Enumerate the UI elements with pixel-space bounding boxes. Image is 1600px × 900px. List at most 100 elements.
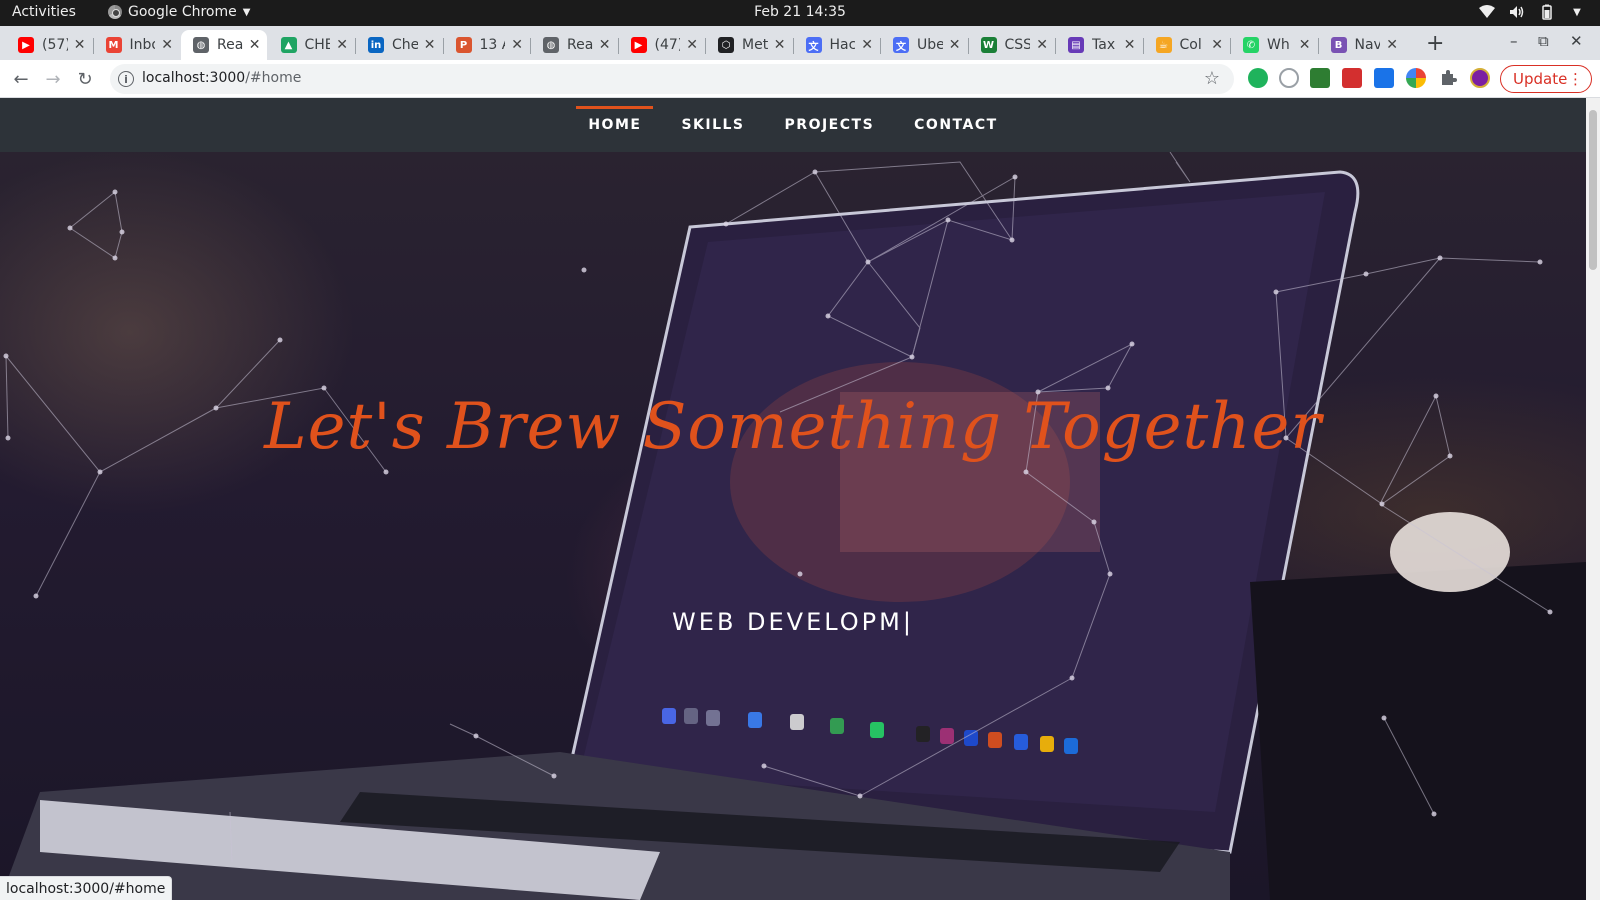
- browser-tab[interactable]: ▲ CHE ✕: [269, 30, 355, 60]
- close-tab-icon[interactable]: ✕: [686, 37, 698, 53]
- minimize-button[interactable]: –: [1510, 32, 1518, 50]
- tab-title: Wh: [1267, 37, 1290, 53]
- volume-icon[interactable]: [1508, 3, 1526, 21]
- browser-tab[interactable]: ◍ React App ✕: [181, 30, 267, 60]
- tab-title: (47): [654, 37, 681, 53]
- linkedin-icon: in: [368, 37, 384, 53]
- app-menu[interactable]: Google Chrome ▼: [108, 4, 250, 20]
- nav-link-home[interactable]: HOME: [568, 98, 661, 152]
- bootstrap-icon: B: [1330, 37, 1347, 53]
- close-tab-icon[interactable]: ✕: [861, 37, 873, 53]
- tab-title: Inbox: [129, 37, 156, 53]
- browser-tab[interactable]: ▤ Tax ✕: [1056, 30, 1142, 60]
- close-tab-icon[interactable]: ✕: [424, 37, 436, 53]
- nav-link-projects[interactable]: PROJECTS: [765, 98, 895, 152]
- tab-title: CHE: [304, 37, 331, 53]
- close-tab-icon[interactable]: ✕: [1386, 37, 1398, 53]
- tab-title: CSS: [1004, 37, 1031, 53]
- power-menu-arrow-icon[interactable]: ▼: [1568, 3, 1586, 21]
- chrome-app-icon: [108, 5, 122, 19]
- system-tray[interactable]: ▼: [1478, 3, 1586, 21]
- close-tab-icon[interactable]: ✕: [1036, 37, 1048, 53]
- browser-tab[interactable]: 文 Hac ✕: [794, 30, 880, 60]
- restore-button[interactable]: ⧉: [1538, 32, 1549, 50]
- page-viewport: HOME SKILLS PROJECTS CONTACT Let's Brew …: [0, 98, 1586, 900]
- browser-tab[interactable]: ◍ Rea ✕: [531, 30, 617, 60]
- tab-strip: + – ⧉ ✕ ▶ (57) ✕ M Inbox ✕ ◍ React App ✕ ▲ CHE ✕ in C…: [0, 26, 1600, 60]
- forward-icon[interactable]: →: [40, 66, 66, 92]
- tab-title: Tax: [1092, 37, 1116, 53]
- close-tab-icon[interactable]: ✕: [161, 37, 173, 53]
- site-info-icon[interactable]: i: [118, 71, 134, 87]
- close-tab-icon[interactable]: ✕: [599, 37, 611, 53]
- more-menu-icon[interactable]: ⋮: [1568, 70, 1583, 88]
- browser-tab[interactable]: P 13 A ✕: [444, 30, 530, 60]
- page-scrollbar[interactable]: [1586, 98, 1600, 900]
- browser-tab[interactable]: ▶ (47) ✕: [619, 30, 705, 60]
- browser-tab[interactable]: in Che ✕: [356, 30, 442, 60]
- translate-icon: 文: [893, 37, 909, 53]
- close-tab-icon[interactable]: ✕: [1299, 37, 1311, 53]
- close-tab-icon[interactable]: ✕: [249, 37, 261, 53]
- browser-tab[interactable]: M Inbox ✕: [94, 30, 180, 60]
- browser-tab[interactable]: 文 Ube ✕: [881, 30, 967, 60]
- tab-title: Hac: [829, 37, 856, 53]
- hero-background-image: [0, 152, 1586, 900]
- address-bar[interactable]: i localhost:3000/#home ☆: [110, 64, 1234, 94]
- close-window-button[interactable]: ✕: [1570, 32, 1583, 50]
- pdf-extension-icon[interactable]: [1342, 68, 1362, 88]
- back-icon[interactable]: ←: [8, 66, 34, 92]
- update-button[interactable]: Update ⋮: [1500, 65, 1592, 93]
- whatsapp-icon: ✆: [1243, 37, 1259, 53]
- hero-section: Let's Brew Something Together WEB DEVELO…: [0, 152, 1586, 900]
- reload-icon[interactable]: ↻: [72, 66, 98, 92]
- extensions-puzzle-icon[interactable]: [1438, 68, 1458, 88]
- tab-title: Nav: [1354, 37, 1381, 53]
- address-bar-url[interactable]: localhost:3000/#home: [142, 70, 301, 86]
- update-label: Update: [1513, 70, 1568, 88]
- close-tab-icon[interactable]: ✕: [1211, 37, 1223, 53]
- tab-title: Col: [1179, 37, 1202, 53]
- activities-button[interactable]: Activities: [12, 4, 76, 20]
- browser-tab[interactable]: ✆ Wh ✕: [1231, 30, 1317, 60]
- tab-title: Rea: [567, 37, 593, 53]
- nav-link-skills[interactable]: SKILLS: [661, 98, 764, 152]
- tab-title: (57): [42, 37, 68, 53]
- gmail-icon: M: [105, 37, 122, 53]
- cube-icon: ⬡: [718, 37, 734, 53]
- bookmark-star-icon[interactable]: ☆: [1204, 68, 1220, 89]
- battery-icon[interactable]: [1538, 3, 1556, 21]
- color-picker-extension-icon[interactable]: [1406, 68, 1426, 88]
- profile-avatar[interactable]: [1470, 68, 1490, 88]
- hero-headline: Let's Brew Something Together: [264, 390, 1322, 464]
- clock[interactable]: Feb 21 14:35: [754, 4, 846, 20]
- close-tab-icon[interactable]: ✕: [774, 37, 786, 53]
- tab-title: Met: [742, 37, 768, 53]
- system-top-bar: Activities Google Chrome ▼ Feb 21 14:35 …: [0, 0, 1600, 26]
- close-tab-icon[interactable]: ✕: [949, 37, 961, 53]
- close-tab-icon[interactable]: ✕: [336, 37, 348, 53]
- tab-title: Ube: [917, 37, 943, 53]
- browser-tab[interactable]: ⬡ Met ✕: [706, 30, 792, 60]
- youtube-icon: ▶: [630, 37, 647, 53]
- grammarly-extension-icon[interactable]: [1248, 68, 1268, 88]
- wifi-icon[interactable]: [1478, 3, 1496, 21]
- block-extension-icon[interactable]: [1279, 68, 1299, 88]
- browser-tab[interactable]: B Nav ✕: [1319, 30, 1405, 60]
- nav-link-contact[interactable]: CONTACT: [894, 98, 1018, 152]
- chevron-down-icon: ▼: [242, 6, 251, 18]
- new-tab-button[interactable]: +: [1426, 31, 1444, 56]
- close-tab-icon[interactable]: ✕: [74, 37, 86, 53]
- tab-title: 13 A: [479, 37, 506, 53]
- browser-tab[interactable]: W CSS ✕: [969, 30, 1055, 60]
- w-icon: W: [980, 37, 997, 53]
- link-status-bubble: localhost:3000/#home: [0, 876, 173, 900]
- scrollbar-thumb[interactable]: [1589, 110, 1597, 270]
- browser-tab[interactable]: ▶ (57) ✕: [6, 30, 92, 60]
- producthunt-icon: P: [455, 37, 472, 53]
- close-tab-icon[interactable]: ✕: [1124, 37, 1136, 53]
- translate-extension-icon[interactable]: [1374, 68, 1394, 88]
- close-tab-icon[interactable]: ✕: [511, 37, 523, 53]
- colorzilla-extension-icon[interactable]: [1310, 68, 1330, 88]
- browser-tab[interactable]: ☕ Col ✕: [1144, 30, 1230, 60]
